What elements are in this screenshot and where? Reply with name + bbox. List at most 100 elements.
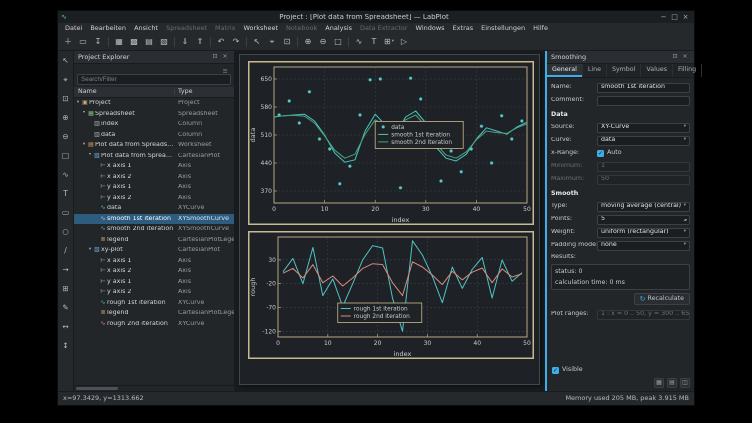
import-data-button[interactable]: ⇓ <box>178 36 192 49</box>
tree-row[interactable]: ∿smooth 1st iterationXYSmoothCurve <box>74 214 234 225</box>
tab-line[interactable]: Line <box>583 64 607 77</box>
layout-grid-button[interactable]: ⊞▾ <box>382 36 396 49</box>
new-notebook-button[interactable]: ▧ <box>157 36 171 49</box>
open-project-button[interactable]: ▭ <box>76 36 90 49</box>
new-worksheet-button[interactable]: ▤ <box>142 36 156 49</box>
menu-ansicht[interactable]: Ansicht <box>130 25 162 32</box>
shift-x-tool-button[interactable]: ↔ <box>60 321 72 333</box>
visible-checkbox[interactable]: ✓ <box>552 367 559 374</box>
menu-windows[interactable]: Windows <box>412 25 449 32</box>
menu-matrix[interactable]: Matrix <box>211 25 239 32</box>
menu-data-extractor[interactable]: Data Extractor <box>356 25 412 32</box>
undo-button[interactable]: ↶ <box>214 36 228 49</box>
float-dock-icon[interactable]: ⊡ <box>210 54 220 60</box>
comment-field[interactable] <box>597 96 690 106</box>
worksheet-view[interactable]: 01020304050370440510580650indexdatadatas… <box>235 51 545 391</box>
minimum-field[interactable]: 1 <box>597 162 690 172</box>
tree-row[interactable]: ⊢x axis 1Axis <box>74 256 234 267</box>
auto-checkbox[interactable]: ✓ <box>597 150 604 157</box>
tab-values[interactable]: Values <box>641 64 673 77</box>
tree-row[interactable]: ∿dataXYCurve <box>74 203 234 214</box>
smoothing-dock-header[interactable]: Smoothing ⊡ × <box>547 51 694 64</box>
minimize-button[interactable]: − <box>658 14 669 21</box>
zoom-in-tool-button[interactable]: ⊕ <box>60 112 72 124</box>
scrollbar-handle[interactable] <box>76 387 118 390</box>
tree-row[interactable]: ⊢y axis 2Axis <box>74 287 234 298</box>
name-field[interactable]: smooth 1st iteration <box>597 83 690 93</box>
menu-analysis[interactable]: Analysis <box>321 25 356 32</box>
explorer-hscrollbar[interactable] <box>74 385 234 391</box>
tree-row[interactable]: ▾▧Plot data from SpreadsheetCartesianPlo… <box>74 151 234 162</box>
type-combobox[interactable]: moving average (central) ▾ <box>597 202 690 212</box>
add-arrow-tool-button[interactable]: → <box>60 264 72 276</box>
points-spinbox[interactable]: 5 ▴▾ <box>597 215 690 225</box>
save-project-button[interactable]: ↧ <box>91 36 105 49</box>
zoom-out-button[interactable]: ⊖ <box>316 36 330 49</box>
curve-combobox[interactable]: data ▾ <box>597 136 690 146</box>
padding-mode-combobox[interactable]: none ▾ <box>597 241 690 251</box>
tree-row[interactable]: ∿smooth 2nd iterationXYSmoothCurve <box>74 224 234 235</box>
close-dock-icon[interactable]: × <box>680 54 690 60</box>
column-header-name[interactable]: Name <box>74 89 175 95</box>
tree-row[interactable]: ▾▤Plot data from SpreadsheetWorksheet <box>74 140 234 151</box>
zoom-out-tool-button[interactable]: ⊖ <box>60 131 72 143</box>
tree-row[interactable]: ⊢x axis 1Axis <box>74 161 234 172</box>
tab-general[interactable]: General <box>547 64 583 77</box>
edit-tool-button[interactable]: ✎ <box>60 302 72 314</box>
plot-rough[interactable]: 0102030405030-20-70-120indexroughrough 1… <box>248 231 534 359</box>
tree-row[interactable]: ⊢x axis 2Axis <box>74 172 234 183</box>
dock-option-split-icon[interactable]: ◫ <box>680 378 690 388</box>
filter-icon[interactable]: ≡ <box>223 68 228 75</box>
tree-row[interactable]: ≣legendCartesianPlotLegend <box>74 308 234 319</box>
export-data-button[interactable]: ⇑ <box>193 36 207 49</box>
menu-hilfe[interactable]: Hilfe <box>529 25 552 32</box>
search-input[interactable] <box>77 74 231 85</box>
menu-extras[interactable]: Extras <box>449 25 478 32</box>
explorer-column-header[interactable]: Name Type <box>74 87 234 98</box>
tree-row[interactable]: ⊢y axis 1Axis <box>74 182 234 193</box>
tree-row[interactable]: ▥indexColumn <box>74 119 234 130</box>
spinbox-arrows-icon[interactable]: ▴▾ <box>684 218 686 222</box>
add-plot-tool-button[interactable]: ∿ <box>60 169 72 181</box>
tree-row[interactable]: ⊢y axis 2Axis <box>74 193 234 204</box>
redo-button[interactable]: ↷ <box>229 36 243 49</box>
presenter-mode-button[interactable]: ▷ <box>397 36 411 49</box>
worksheet-page[interactable]: 01020304050370440510580650indexdatadatas… <box>239 54 540 385</box>
menu-einstellungen[interactable]: Einstellungen <box>477 25 529 32</box>
add-ellipse-tool-button[interactable]: ○ <box>60 226 72 238</box>
menu-bearbeiten[interactable]: Bearbeiten <box>86 25 130 32</box>
add-text-button[interactable]: T <box>367 36 381 49</box>
select-mode-button[interactable]: ↖ <box>250 36 264 49</box>
title-bar[interactable]: ∿ Project : [Plot data from Spreadsheet]… <box>58 11 694 23</box>
plot-smoothing[interactable]: 01020304050370440510580650indexdatadatas… <box>248 61 534 225</box>
add-curve-button[interactable]: ∿ <box>352 36 366 49</box>
add-text-tool-button[interactable]: T <box>60 188 72 200</box>
zoom-fit-tool-button[interactable]: □ <box>60 150 72 162</box>
plot-ranges-combobox[interactable]: 1 : x = 0 .. 50, y = 300 .. 650 ▾ <box>597 310 690 320</box>
tree-row[interactable]: ∿rough 2nd iterationXYCurve <box>74 319 234 330</box>
new-project-button[interactable]: ＋ <box>61 36 75 49</box>
menu-notebook[interactable]: Notebook <box>282 25 321 32</box>
menu-datei[interactable]: Datei <box>61 25 86 32</box>
tree-row[interactable]: ▾▣ProjectProject <box>74 98 234 109</box>
crosshair-tool-button[interactable]: ⌖ <box>60 74 72 86</box>
add-line-tool-button[interactable]: / <box>60 245 72 257</box>
new-spreadsheet-button[interactable]: ▦ <box>112 36 126 49</box>
tree-row[interactable]: ▥dataColumn <box>74 130 234 141</box>
dock-option-list-icon[interactable]: ▤ <box>667 378 677 388</box>
tree-row[interactable]: ▾▧xy-plotCartesianPlot <box>74 245 234 256</box>
menu-spreadsheet[interactable]: Spreadsheet <box>162 25 211 32</box>
shift-y-tool-button[interactable]: ↕ <box>60 340 72 352</box>
column-header-type[interactable]: Type <box>175 89 234 95</box>
maximum-field[interactable]: 50 <box>597 175 690 185</box>
weight-combobox[interactable]: uniform (rectangular) ▾ <box>597 228 690 238</box>
close-dock-icon[interactable]: × <box>220 54 230 60</box>
tab-symbol[interactable]: Symbol <box>607 64 641 77</box>
plot-canvas[interactable]: 01020304050370440510580650indexdatadatas… <box>248 61 534 225</box>
float-dock-icon[interactable]: ⊡ <box>670 54 680 60</box>
tree-row[interactable]: ∿rough 1st iterationXYCurve <box>74 298 234 309</box>
tab-filling[interactable]: Filling <box>673 64 702 77</box>
close-button[interactable]: × <box>680 14 691 21</box>
add-rectangle-tool-button[interactable]: ▭ <box>60 207 72 219</box>
source-combobox[interactable]: XY-Curve ▾ <box>597 123 690 133</box>
